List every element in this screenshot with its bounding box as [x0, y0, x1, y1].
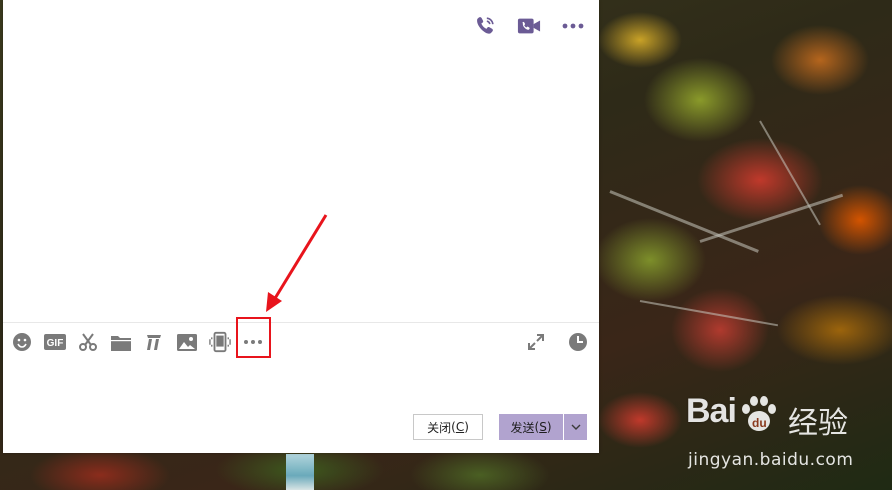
close-button[interactable]: 关闭(C) — [413, 414, 483, 440]
svg-text:GIF: GIF — [47, 338, 64, 349]
screenshot-icon[interactable] — [77, 331, 99, 353]
emoji-icon[interactable] — [11, 331, 33, 353]
watermark-cn: 经验 — [788, 406, 848, 441]
baidu-paw-logo: du — [742, 396, 776, 431]
toolbar-divider — [3, 322, 599, 323]
chat-window: GIF 关闭 (C) 发送 (S) — [3, 0, 599, 453]
send-options-dropdown[interactable] — [564, 414, 587, 440]
music-icon[interactable] — [143, 331, 165, 353]
message-input[interactable] — [13, 362, 589, 406]
send-button-label: 发送 — [510, 420, 535, 435]
more-options-icon[interactable] — [561, 14, 585, 38]
image-icon[interactable] — [176, 331, 198, 353]
video-call-icon[interactable] — [517, 14, 541, 38]
folder-icon[interactable] — [110, 331, 132, 353]
gif-icon[interactable]: GIF — [44, 331, 66, 353]
close-button-key: C — [455, 420, 465, 434]
svg-text:du: du — [752, 416, 767, 430]
baidu-watermark: Bai du 经验 jingyan.baidu.com — [686, 392, 886, 472]
send-button[interactable]: 发送(S) — [499, 414, 563, 440]
voice-call-icon[interactable] — [473, 14, 497, 38]
watermark-url: jingyan.baidu.com — [688, 450, 854, 470]
phone-transfer-icon[interactable] — [209, 331, 231, 353]
watermark-logo: Bai — [686, 392, 737, 430]
expand-icon[interactable] — [525, 331, 547, 353]
waterfall — [286, 454, 314, 490]
highlight-box — [236, 317, 271, 358]
chevron-down-icon — [571, 424, 580, 430]
toolbar-right — [525, 331, 589, 353]
history-icon[interactable] — [567, 331, 589, 353]
top-actions — [473, 14, 585, 38]
close-button-label: 关闭 — [427, 420, 452, 435]
send-button-key: S — [539, 420, 547, 434]
